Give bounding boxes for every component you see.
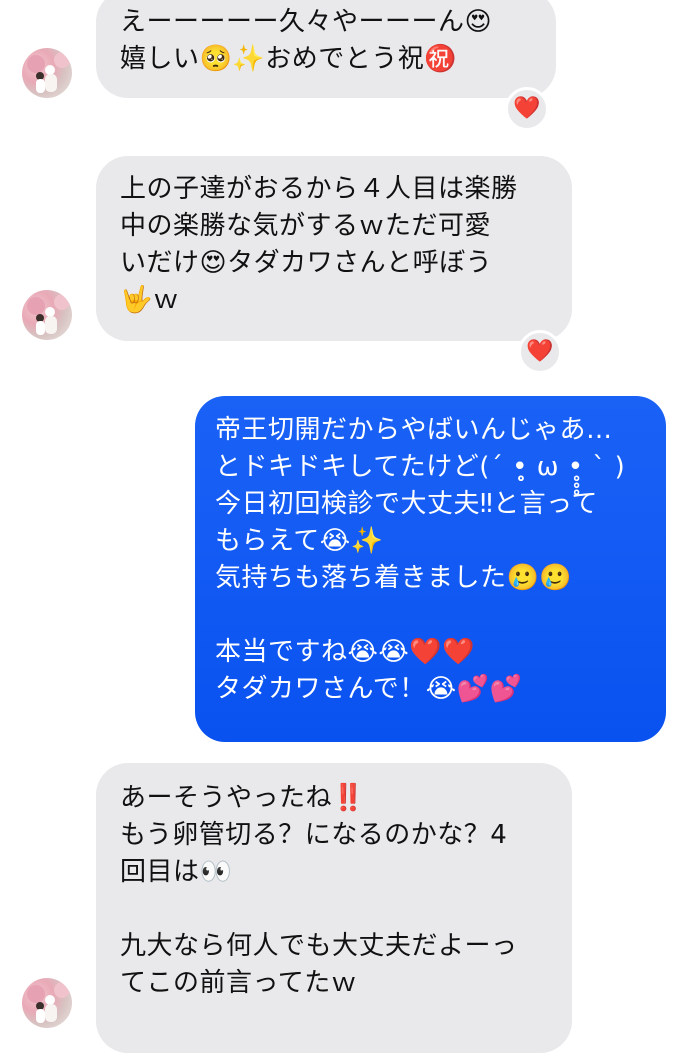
incoming-message-bubble[interactable]: 上の子達がおるから４人目は楽勝 中の楽勝な気がするｗただ可愛 いだけ😍タダカワさ… bbox=[96, 156, 572, 341]
incoming-message-bubble[interactable]: えーーーーー久々やーーーん😍 嬉しい🥺✨おめでとう祝㊗️ bbox=[96, 0, 556, 98]
contact-avatar[interactable] bbox=[22, 290, 72, 340]
incoming-message-bubble[interactable]: あーそうやったね‼️ もう卵管切る？になるのかな？4 回目は👀 九大なら何人でも… bbox=[96, 763, 572, 1053]
contact-avatar[interactable] bbox=[22, 48, 72, 98]
heart-reaction[interactable]: ❤️ bbox=[518, 330, 562, 374]
contact-avatar[interactable] bbox=[22, 978, 72, 1028]
heart-reaction[interactable]: ❤️ bbox=[505, 87, 549, 131]
outgoing-message-bubble[interactable]: 帝王切開だからやばいんじゃあ… とドキドキしてたけど(´ •̥̥̥ ω •̥̥̥… bbox=[195, 396, 666, 742]
